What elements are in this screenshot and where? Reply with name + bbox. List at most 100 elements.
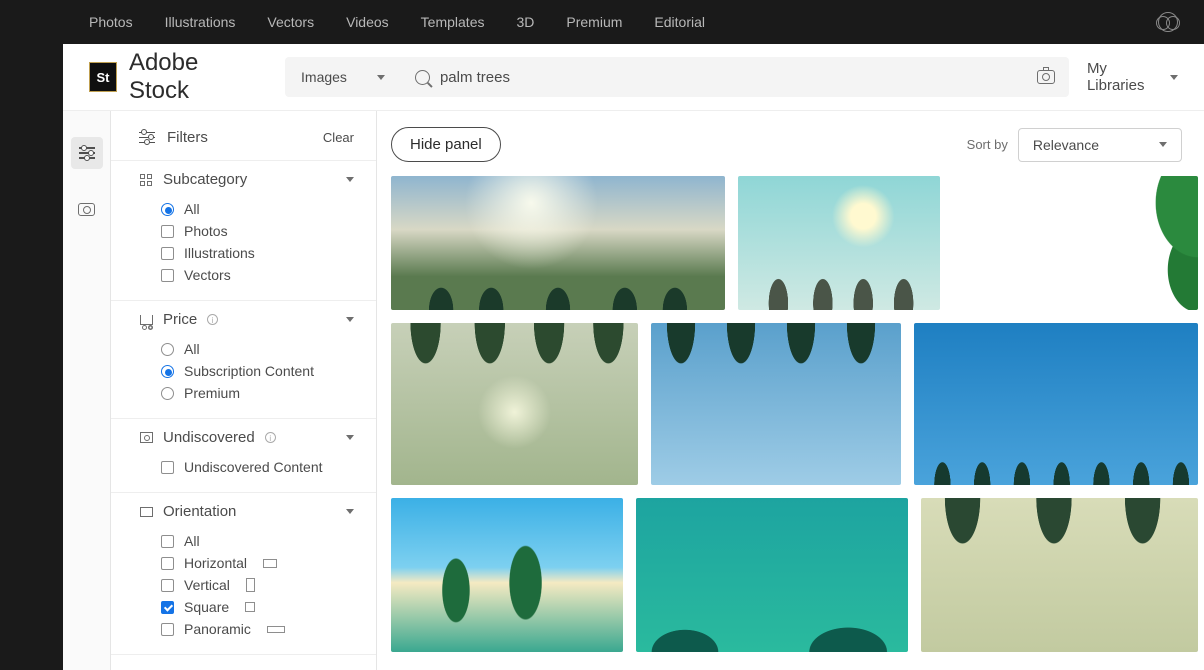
camera-icon xyxy=(78,203,95,216)
my-libraries-menu[interactable]: My Libraries xyxy=(1087,60,1178,94)
nav-photos[interactable]: Photos xyxy=(89,14,133,30)
price-premium[interactable]: Premium xyxy=(161,382,354,404)
filters-panel: Filters Clear Subcategory All Photos Ill… xyxy=(111,111,377,670)
nav-3d[interactable]: 3D xyxy=(516,14,534,30)
results-toolbar: Hide panel Sort by Relevance xyxy=(391,127,1204,162)
undiscovered-header[interactable]: Undiscovered xyxy=(139,429,354,446)
info-icon[interactable] xyxy=(207,314,218,325)
price-section: Price All Subscription Content Premium xyxy=(111,300,376,418)
sort-by-label: Sort by xyxy=(967,137,1008,152)
chevron-down-icon xyxy=(346,177,354,182)
nav-editorial[interactable]: Editorial xyxy=(654,14,705,30)
price-subscription[interactable]: Subscription Content xyxy=(161,360,354,382)
search-type-label: Images xyxy=(301,69,347,85)
nav-templates[interactable]: Templates xyxy=(421,14,485,30)
result-thumbnail[interactable] xyxy=(953,176,1198,310)
orientation-horizontal[interactable]: Horizontal xyxy=(161,552,354,574)
undiscovered-section: Undiscovered Undiscovered Content xyxy=(111,418,376,492)
orientation-title: Orientation xyxy=(163,503,236,520)
subcategory-all[interactable]: All xyxy=(161,198,354,220)
search-bar: Images xyxy=(285,57,1069,97)
orientation-header[interactable]: Orientation xyxy=(139,503,354,520)
checkbox-icon xyxy=(161,247,174,260)
subcategory-illustrations[interactable]: Illustrations xyxy=(161,242,354,264)
chevron-down-icon xyxy=(1170,75,1178,80)
hide-panel-button[interactable]: Hide panel xyxy=(391,127,501,162)
subcategory-title: Subcategory xyxy=(163,171,247,188)
frame-icon xyxy=(139,431,153,445)
nav-illustrations[interactable]: Illustrations xyxy=(165,14,236,30)
result-thumbnail[interactable] xyxy=(914,323,1198,485)
checkbox-icon xyxy=(161,623,174,636)
brand[interactable]: St Adobe Stock xyxy=(89,49,255,105)
clear-filters-button[interactable]: Clear xyxy=(323,130,354,145)
image-gallery xyxy=(391,176,1204,652)
brand-name: Adobe Stock xyxy=(129,49,255,105)
panoramic-icon xyxy=(267,626,285,633)
square-icon xyxy=(245,602,255,612)
radio-icon xyxy=(161,387,174,400)
result-thumbnail[interactable] xyxy=(391,176,725,310)
orientation-section: Orientation All Horizontal Vertical Squa… xyxy=(111,492,376,654)
undiscovered-title: Undiscovered xyxy=(163,429,255,446)
next-section xyxy=(111,654,376,670)
subcategory-vectors[interactable]: Vectors xyxy=(161,264,354,286)
sort-value: Relevance xyxy=(1033,137,1099,153)
sliders-icon xyxy=(139,131,155,145)
orientation-panoramic[interactable]: Panoramic xyxy=(161,618,354,640)
brand-logo-icon: St xyxy=(89,62,117,92)
search-type-select[interactable]: Images xyxy=(285,57,401,97)
search-input[interactable] xyxy=(440,69,1037,86)
creative-cloud-icon[interactable] xyxy=(1158,12,1178,32)
result-thumbnail[interactable] xyxy=(391,323,638,485)
header: St Adobe Stock Images My Libraries xyxy=(63,44,1204,111)
checkbox-icon xyxy=(161,225,174,238)
sort-select[interactable]: Relevance xyxy=(1018,128,1182,162)
rectangle-icon xyxy=(139,505,153,519)
horizontal-icon xyxy=(263,559,277,568)
price-title: Price xyxy=(163,311,197,328)
sliders-icon xyxy=(79,146,95,160)
visual-search-icon[interactable] xyxy=(1037,70,1055,84)
filters-title: Filters xyxy=(167,129,208,146)
orientation-vertical[interactable]: Vertical xyxy=(161,574,354,596)
chevron-down-icon xyxy=(346,317,354,322)
search-box xyxy=(401,57,1069,97)
search-icon xyxy=(415,70,430,85)
checkbox-icon xyxy=(161,601,174,614)
checkbox-icon xyxy=(161,557,174,570)
orientation-square[interactable]: Square xyxy=(161,596,354,618)
undiscovered-content[interactable]: Undiscovered Content xyxy=(161,456,354,478)
checkbox-icon xyxy=(161,535,174,548)
result-thumbnail[interactable] xyxy=(738,176,940,310)
chevron-down-icon xyxy=(377,75,385,80)
cart-icon xyxy=(139,313,153,327)
nav-premium[interactable]: Premium xyxy=(566,14,622,30)
radio-icon xyxy=(161,343,174,356)
results-area: Hide panel Sort by Relevance xyxy=(377,111,1204,670)
result-thumbnail[interactable] xyxy=(921,498,1198,652)
result-thumbnail[interactable] xyxy=(636,498,908,652)
filters-rail-button[interactable] xyxy=(71,137,103,169)
subcategory-header[interactable]: Subcategory xyxy=(139,171,354,188)
radio-icon xyxy=(161,203,174,216)
nav-vectors[interactable]: Vectors xyxy=(267,14,314,30)
sort-control: Sort by Relevance xyxy=(967,128,1182,162)
nav-videos[interactable]: Videos xyxy=(346,14,389,30)
result-thumbnail[interactable] xyxy=(651,323,901,485)
price-header[interactable]: Price xyxy=(139,311,354,328)
chevron-down-icon xyxy=(346,509,354,514)
visual-search-rail-button[interactable] xyxy=(71,193,103,225)
price-all[interactable]: All xyxy=(161,338,354,360)
orientation-all[interactable]: All xyxy=(161,530,354,552)
result-thumbnail[interactable] xyxy=(391,498,623,652)
left-rail xyxy=(63,111,111,670)
my-libraries-label: My Libraries xyxy=(1087,60,1162,94)
chevron-down-icon xyxy=(1159,142,1167,147)
checkbox-icon xyxy=(161,269,174,282)
filters-header: Filters Clear xyxy=(111,111,376,160)
vertical-icon xyxy=(246,578,255,592)
info-icon[interactable] xyxy=(265,432,276,443)
subcategory-photos[interactable]: Photos xyxy=(161,220,354,242)
chevron-down-icon xyxy=(346,435,354,440)
